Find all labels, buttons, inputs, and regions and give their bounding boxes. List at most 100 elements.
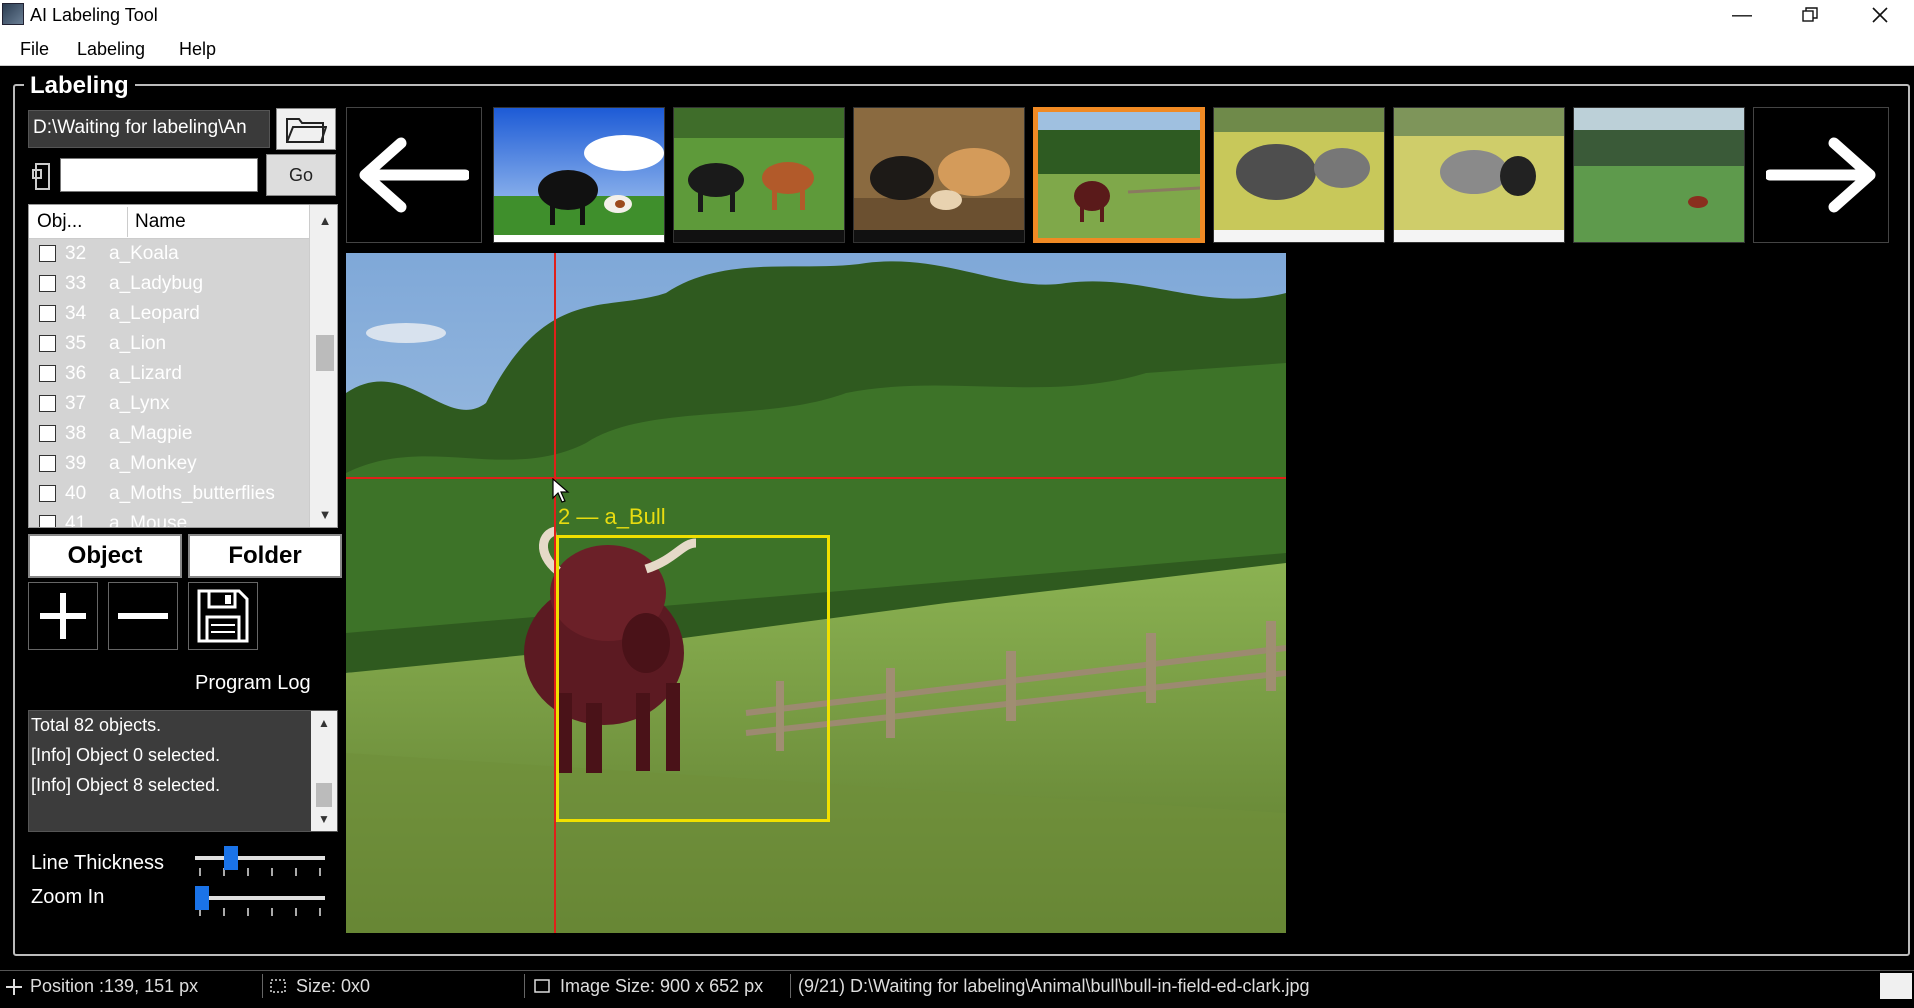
log-line: [Info] Object 0 selected. — [31, 745, 221, 765]
thumbnail-image[interactable] — [1393, 107, 1565, 243]
scroll-up-icon[interactable]: ▲ — [310, 209, 337, 231]
log-scrollbar[interactable]: ▲ ▼ — [311, 711, 337, 831]
log-title: Program Log — [195, 672, 311, 694]
list-scrollbar[interactable]: ▲ ▼ — [309, 205, 337, 527]
save-icon — [197, 589, 249, 643]
log-line: Total 82 objects. — [31, 715, 162, 735]
next-image-button[interactable] — [1753, 107, 1889, 243]
list-item[interactable]: 39 a_Monkey — [29, 449, 309, 479]
slider-thumb[interactable] — [224, 846, 238, 870]
plus-icon — [40, 593, 86, 639]
scroll-down-icon[interactable]: ▼ — [310, 503, 337, 525]
checkbox[interactable] — [39, 455, 56, 472]
checkbox[interactable] — [39, 335, 56, 352]
status-divider — [790, 974, 791, 998]
thumbnail-image[interactable] — [1573, 107, 1745, 243]
thumbnail-image-selected[interactable] — [1033, 107, 1205, 243]
scroll-down-icon[interactable]: ▼ — [311, 809, 337, 829]
checkbox[interactable] — [39, 395, 56, 412]
thumbnail-image[interactable] — [493, 107, 665, 243]
list-item[interactable]: 38 a_Magpie — [29, 419, 309, 449]
thumbnail-picture — [1038, 112, 1200, 238]
minimize-button[interactable]: — — [1708, 0, 1776, 30]
zoom-slider[interactable] — [195, 886, 325, 916]
menu-file[interactable]: File — [20, 39, 49, 60]
list-item[interactable]: 40 a_Moths_butterflies — [29, 479, 309, 509]
checkbox[interactable] — [39, 305, 56, 322]
arrow-left-icon — [359, 137, 469, 213]
tab-folder[interactable]: Folder — [188, 534, 342, 578]
status-file-path: (9/21) D:\Waiting for labeling\Animal\bu… — [798, 976, 1310, 996]
status-bar: Position :139, 151 px Size: 0x0 Image Si… — [0, 970, 1914, 1002]
search-icon — [30, 158, 54, 194]
checkbox[interactable] — [39, 515, 56, 527]
list-item[interactable]: 35 a_Lion — [29, 329, 309, 359]
image-size-icon — [534, 979, 550, 993]
checkbox[interactable] — [39, 485, 56, 502]
log-line: [Info] Object 8 selected. — [31, 775, 221, 795]
close-icon — [1872, 7, 1888, 23]
menu-help[interactable]: Help — [179, 39, 216, 60]
thumbnail-picture — [1214, 108, 1384, 242]
thumbnail-picture — [494, 108, 664, 242]
search-input[interactable] — [60, 158, 258, 192]
list-item[interactable]: 34 a_Leopard — [29, 299, 309, 329]
checkbox[interactable] — [39, 425, 56, 442]
save-button[interactable] — [188, 582, 258, 650]
open-folder-button[interactable] — [276, 108, 336, 150]
go-button[interactable]: Go — [266, 154, 336, 196]
status-image-size: Image Size: 900 x 652 px — [560, 976, 764, 996]
list-header: Obj... Name — [29, 205, 309, 239]
list-item[interactable]: 36 a_Lizard — [29, 359, 309, 389]
remove-button[interactable] — [108, 582, 178, 650]
menu-labeling[interactable]: Labeling — [77, 39, 145, 60]
thumbnail-picture — [1574, 108, 1744, 242]
scroll-thumb[interactable] — [316, 783, 332, 807]
object-list[interactable]: Obj... Name 32 a_Koala 33 a_Ladybug 34 a_Le… — [28, 204, 338, 528]
thumbnail-image[interactable] — [1213, 107, 1385, 243]
list-item[interactable]: 32 a_Koala — [29, 239, 309, 269]
column-divider[interactable] — [127, 207, 128, 237]
bounding-box[interactable] — [556, 535, 830, 822]
scroll-up-icon[interactable]: ▲ — [311, 713, 337, 733]
thumbnail-picture — [674, 108, 844, 242]
status-divider — [524, 974, 525, 998]
thumbnail-image[interactable] — [853, 107, 1025, 243]
checkbox[interactable] — [39, 245, 56, 262]
status-size: Size: 0x0 — [296, 976, 371, 996]
thumbnail-image[interactable] — [673, 107, 845, 243]
slider-ticks — [199, 868, 321, 876]
checkbox[interactable] — [39, 365, 56, 382]
arrow-right-icon — [1766, 137, 1876, 213]
prev-image-button[interactable] — [346, 107, 482, 243]
list-item[interactable]: 41 a_Mouse — [29, 509, 309, 527]
folder-path-field[interactable]: D:\Waiting for labeling\An — [28, 110, 270, 148]
bounding-box-label: 2 — a_Bull — [558, 504, 666, 529]
crosshair-horizontal — [346, 477, 1286, 479]
program-log[interactable]: Total 82 objects. [Info] Object 0 select… — [28, 710, 338, 832]
restore-icon — [1802, 7, 1818, 22]
zoom-label: Zoom In — [31, 886, 105, 908]
slider-track — [195, 856, 325, 860]
maximize-button[interactable] — [1776, 0, 1844, 30]
list-item[interactable]: 33 a_Ladybug — [29, 269, 309, 299]
thumbnail-picture — [1394, 108, 1564, 242]
close-button[interactable] — [1846, 0, 1914, 30]
list-item[interactable]: 37 a_Lynx — [29, 389, 309, 419]
folder-icon — [286, 118, 327, 143]
group-title: Labeling — [24, 72, 135, 100]
slider-track — [195, 896, 325, 900]
size-grip[interactable] — [1880, 973, 1912, 999]
window-title: AI Labeling Tool — [30, 5, 158, 25]
menu-bar: File Labeling Help — [0, 30, 1914, 66]
column-header-obj[interactable]: Obj... — [37, 211, 127, 233]
minus-icon — [118, 613, 168, 619]
line-thickness-slider[interactable] — [195, 846, 325, 876]
column-header-name[interactable]: Name — [135, 211, 186, 233]
add-button[interactable] — [28, 582, 98, 650]
scroll-thumb[interactable] — [316, 335, 334, 371]
tab-object[interactable]: Object — [28, 534, 182, 578]
list-body: 32 a_Koala 33 a_Ladybug 34 a_Leopard 35 a_Li… — [29, 239, 309, 527]
slider-thumb[interactable] — [195, 886, 209, 910]
checkbox[interactable] — [39, 275, 56, 292]
